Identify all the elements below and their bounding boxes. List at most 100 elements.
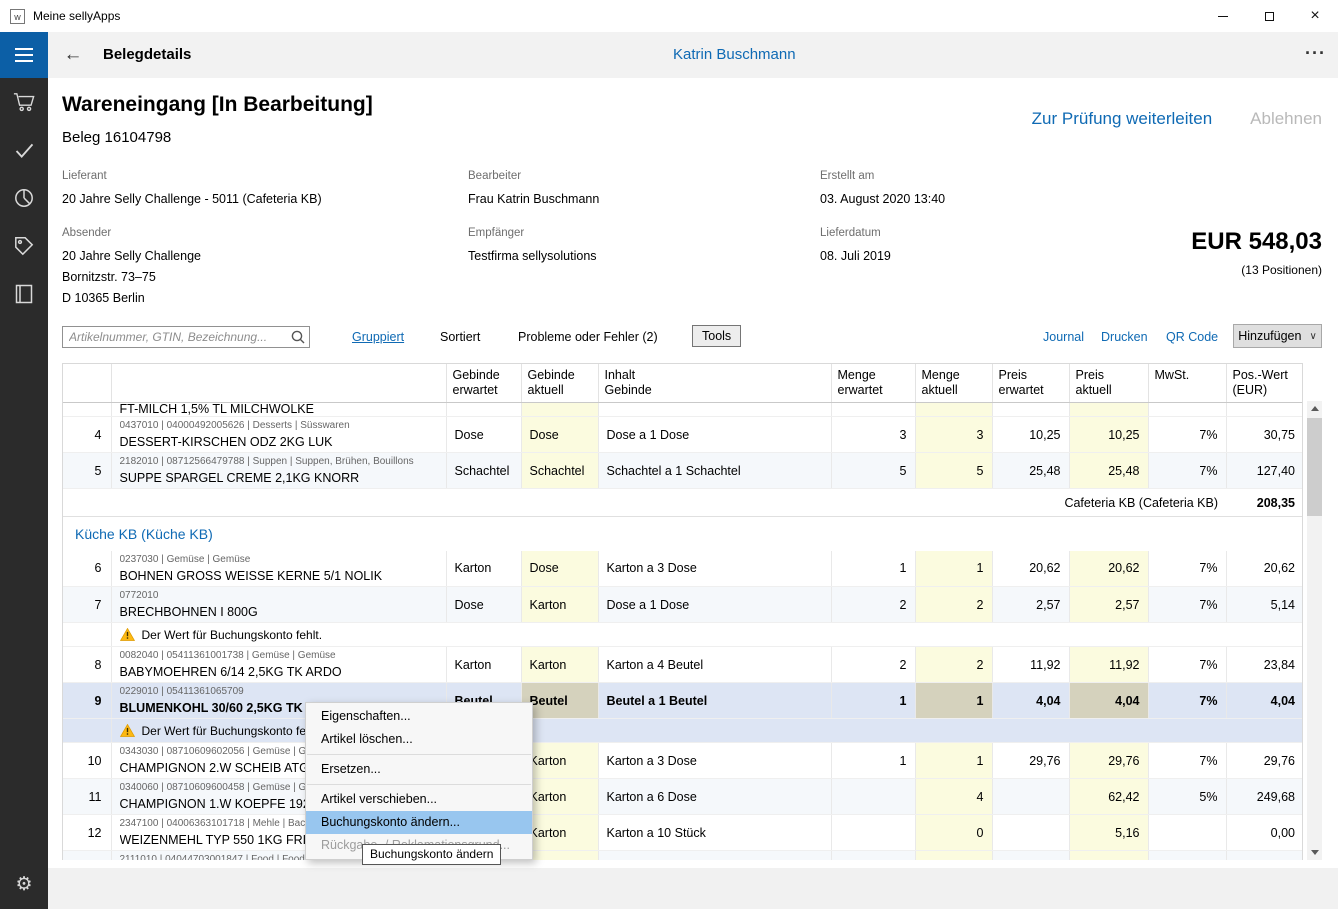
search-icon[interactable]: [287, 330, 309, 344]
cell-menge-aktuell[interactable]: 2: [915, 647, 992, 683]
minimize-button[interactable]: [1200, 0, 1246, 32]
cell-inhalt-gebinde: Dose a 1 Dose: [598, 587, 831, 623]
reject-button[interactable]: Ablehnen: [1250, 109, 1322, 129]
search-input[interactable]: [63, 330, 287, 344]
price-tag-icon[interactable]: [0, 222, 48, 270]
article-name: BOHNEN GROSS WEISSE KERNE 5/1 NOLIK: [120, 568, 438, 584]
column-header[interactable]: Gebindeerwartet: [446, 364, 521, 403]
print-link[interactable]: Drucken: [1101, 330, 1148, 344]
sorted-toggle[interactable]: Sortiert: [440, 330, 480, 344]
column-header[interactable]: Preiserwartet: [992, 364, 1069, 403]
context-menu-item[interactable]: Buchungskonto ändern...: [306, 811, 532, 834]
grouped-toggle[interactable]: Gruppiert: [352, 330, 404, 344]
row-number: 5: [63, 453, 111, 489]
scrollbar-thumb[interactable]: [1307, 418, 1322, 516]
qr-code-link[interactable]: QR Code: [1166, 330, 1218, 344]
journal-book-icon[interactable]: [0, 270, 48, 318]
table-row[interactable]: 7 0772010BRECHBOHNEN I 800G Dose Karton …: [63, 587, 1303, 623]
cell-menge-erwartet: [831, 815, 915, 851]
table-row[interactable]: 11 0340060 | 08710609600458 | Gemüse | G…: [63, 779, 1303, 815]
cell-mwst: 7%: [1148, 647, 1226, 683]
table-row[interactable]: 6 0237030 | Gemüse | GemüseBOHNEN GROSS …: [63, 551, 1303, 587]
tools-button[interactable]: Tools: [692, 325, 741, 347]
table-row[interactable]: 13 2111010 | 04044703001847 | Food | Foo…: [63, 851, 1303, 861]
more-options-button[interactable]: ···: [1305, 32, 1326, 75]
search-box: [62, 326, 310, 348]
cell-menge-aktuell[interactable]: 3: [915, 417, 992, 453]
cell-preis-aktuell[interactable]: 11,92: [1069, 647, 1148, 683]
table-row[interactable]: 4 0437010 | 04000492005626 | Desserts | …: [63, 417, 1303, 453]
hamburger-menu-button[interactable]: [0, 32, 48, 78]
context-menu-item[interactable]: Artikel löschen...: [306, 728, 532, 751]
article-meta: 0082040 | 05411361001738 | Gemüse | Gemü…: [120, 650, 438, 662]
table-row[interactable]: 9 0229010 | 05411361065709BLUMENKOHL 30/…: [63, 683, 1303, 719]
forward-for-review-button[interactable]: Zur Prüfung weiterleiten: [1032, 109, 1212, 129]
table-row-partial[interactable]: FT-MILCH 1,5% TL MILCHWOLKE: [63, 403, 1303, 417]
vertical-scrollbar[interactable]: [1307, 401, 1322, 860]
cell-mwst: 7%: [1148, 683, 1226, 719]
checkmark-icon[interactable]: [0, 126, 48, 174]
context-menu-item[interactable]: Artikel verschieben...: [306, 788, 532, 811]
cell-preis-aktuell[interactable]: 25,48: [1069, 453, 1148, 489]
cell-preis-aktuell[interactable]: 10,25: [1069, 417, 1148, 453]
cell-preis-aktuell[interactable]: 2,57: [1069, 587, 1148, 623]
column-header[interactable]: Mengeaktuell: [915, 364, 992, 403]
article-meta: 2182010 | 08712566479788 | Suppen | Supp…: [120, 456, 438, 468]
app-header: ← Belegdetails Katrin Buschmann ···: [0, 32, 1338, 78]
add-button[interactable]: Hinzufügen ∨: [1233, 324, 1322, 348]
cell-gebinde-aktuell[interactable]: Dose: [521, 417, 598, 453]
cell-gebinde-aktuell[interactable]: Karton: [521, 587, 598, 623]
cell-preis-aktuell[interactable]: 2,20: [1069, 851, 1148, 861]
column-header[interactable]: Mengeerwartet: [831, 364, 915, 403]
table-row[interactable]: 10 0343030 | 08710609602056 | Gemüse | G…: [63, 743, 1303, 779]
cell-preis-aktuell[interactable]: 20,62: [1069, 551, 1148, 587]
problems-filter-toggle[interactable]: Probleme oder Fehler (2): [518, 330, 658, 344]
context-menu-item[interactable]: Ersetzen...: [306, 758, 532, 781]
cell-menge-aktuell[interactable]: 1: [915, 551, 992, 587]
svg-text:w: w: [13, 12, 21, 22]
cell-gebinde-aktuell[interactable]: Dose: [521, 551, 598, 587]
column-header[interactable]: Pos.-Wert(EUR): [1226, 364, 1303, 403]
scroll-down-button[interactable]: [1307, 845, 1322, 860]
field-empfaenger: Empfänger Testfirma sellysolutions: [468, 227, 597, 267]
cell-menge-aktuell[interactable]: 0: [915, 815, 992, 851]
table-row[interactable]: 12 2347100 | 04006363101718 | Mehle | Ba…: [63, 815, 1303, 851]
cell-preis-aktuell[interactable]: 29,76: [1069, 743, 1148, 779]
cell-menge-erwartet: [831, 851, 915, 861]
settings-gear-icon[interactable]: ⚙: [0, 865, 48, 903]
context-menu-item[interactable]: Eigenschaften...: [306, 705, 532, 728]
cell-pos-wert: 23,84: [1226, 647, 1303, 683]
maximize-button[interactable]: [1246, 0, 1292, 32]
column-header[interactable]: [63, 364, 111, 403]
close-button[interactable]: ×: [1292, 0, 1338, 32]
field-erstellt-am: Erstellt am 03. August 2020 13:40: [820, 170, 945, 210]
cell-gebinde-aktuell[interactable]: Karton: [521, 647, 598, 683]
positions-count: (13 Positionen): [1191, 263, 1322, 277]
column-header[interactable]: InhaltGebinde: [598, 364, 831, 403]
cell-menge-aktuell[interactable]: 5: [915, 453, 992, 489]
cell-menge-erwartet: [831, 779, 915, 815]
pie-chart-icon[interactable]: [0, 174, 48, 222]
table-row[interactable]: 5 2182010 | 08712566479788 | Suppen | Su…: [63, 453, 1303, 489]
column-header[interactable]: MwSt.: [1148, 364, 1226, 403]
column-header[interactable]: Gebindeaktuell: [521, 364, 598, 403]
current-user[interactable]: Katrin Buschmann: [673, 32, 796, 78]
back-button[interactable]: ←: [58, 32, 88, 78]
table-row[interactable]: 8 0082040 | 05411361001738 | Gemüse | Ge…: [63, 647, 1303, 683]
cell-preis-aktuell[interactable]: 62,42: [1069, 779, 1148, 815]
cell-menge-aktuell[interactable]: 1: [915, 683, 992, 719]
cell-preis-aktuell[interactable]: 5,16: [1069, 815, 1148, 851]
journal-link[interactable]: Journal: [1043, 330, 1084, 344]
cell-menge-aktuell[interactable]: 1: [915, 743, 992, 779]
column-header[interactable]: [111, 364, 446, 403]
cell-preis-aktuell[interactable]: 4,04: [1069, 683, 1148, 719]
column-header[interactable]: Preisaktuell: [1069, 364, 1148, 403]
cell-gebinde-aktuell[interactable]: Schachtel: [521, 453, 598, 489]
cell-menge-aktuell[interactable]: 2: [915, 587, 992, 623]
article-name: BRECHBOHNEN I 800G: [120, 604, 438, 620]
cart-icon[interactable]: [0, 78, 48, 126]
cell-menge-aktuell[interactable]: 4: [915, 779, 992, 815]
article-cell: 0237030 | Gemüse | GemüseBOHNEN GROSS WE…: [111, 551, 446, 587]
cell-menge-aktuell[interactable]: 3: [915, 851, 992, 861]
scroll-up-button[interactable]: [1307, 401, 1322, 416]
